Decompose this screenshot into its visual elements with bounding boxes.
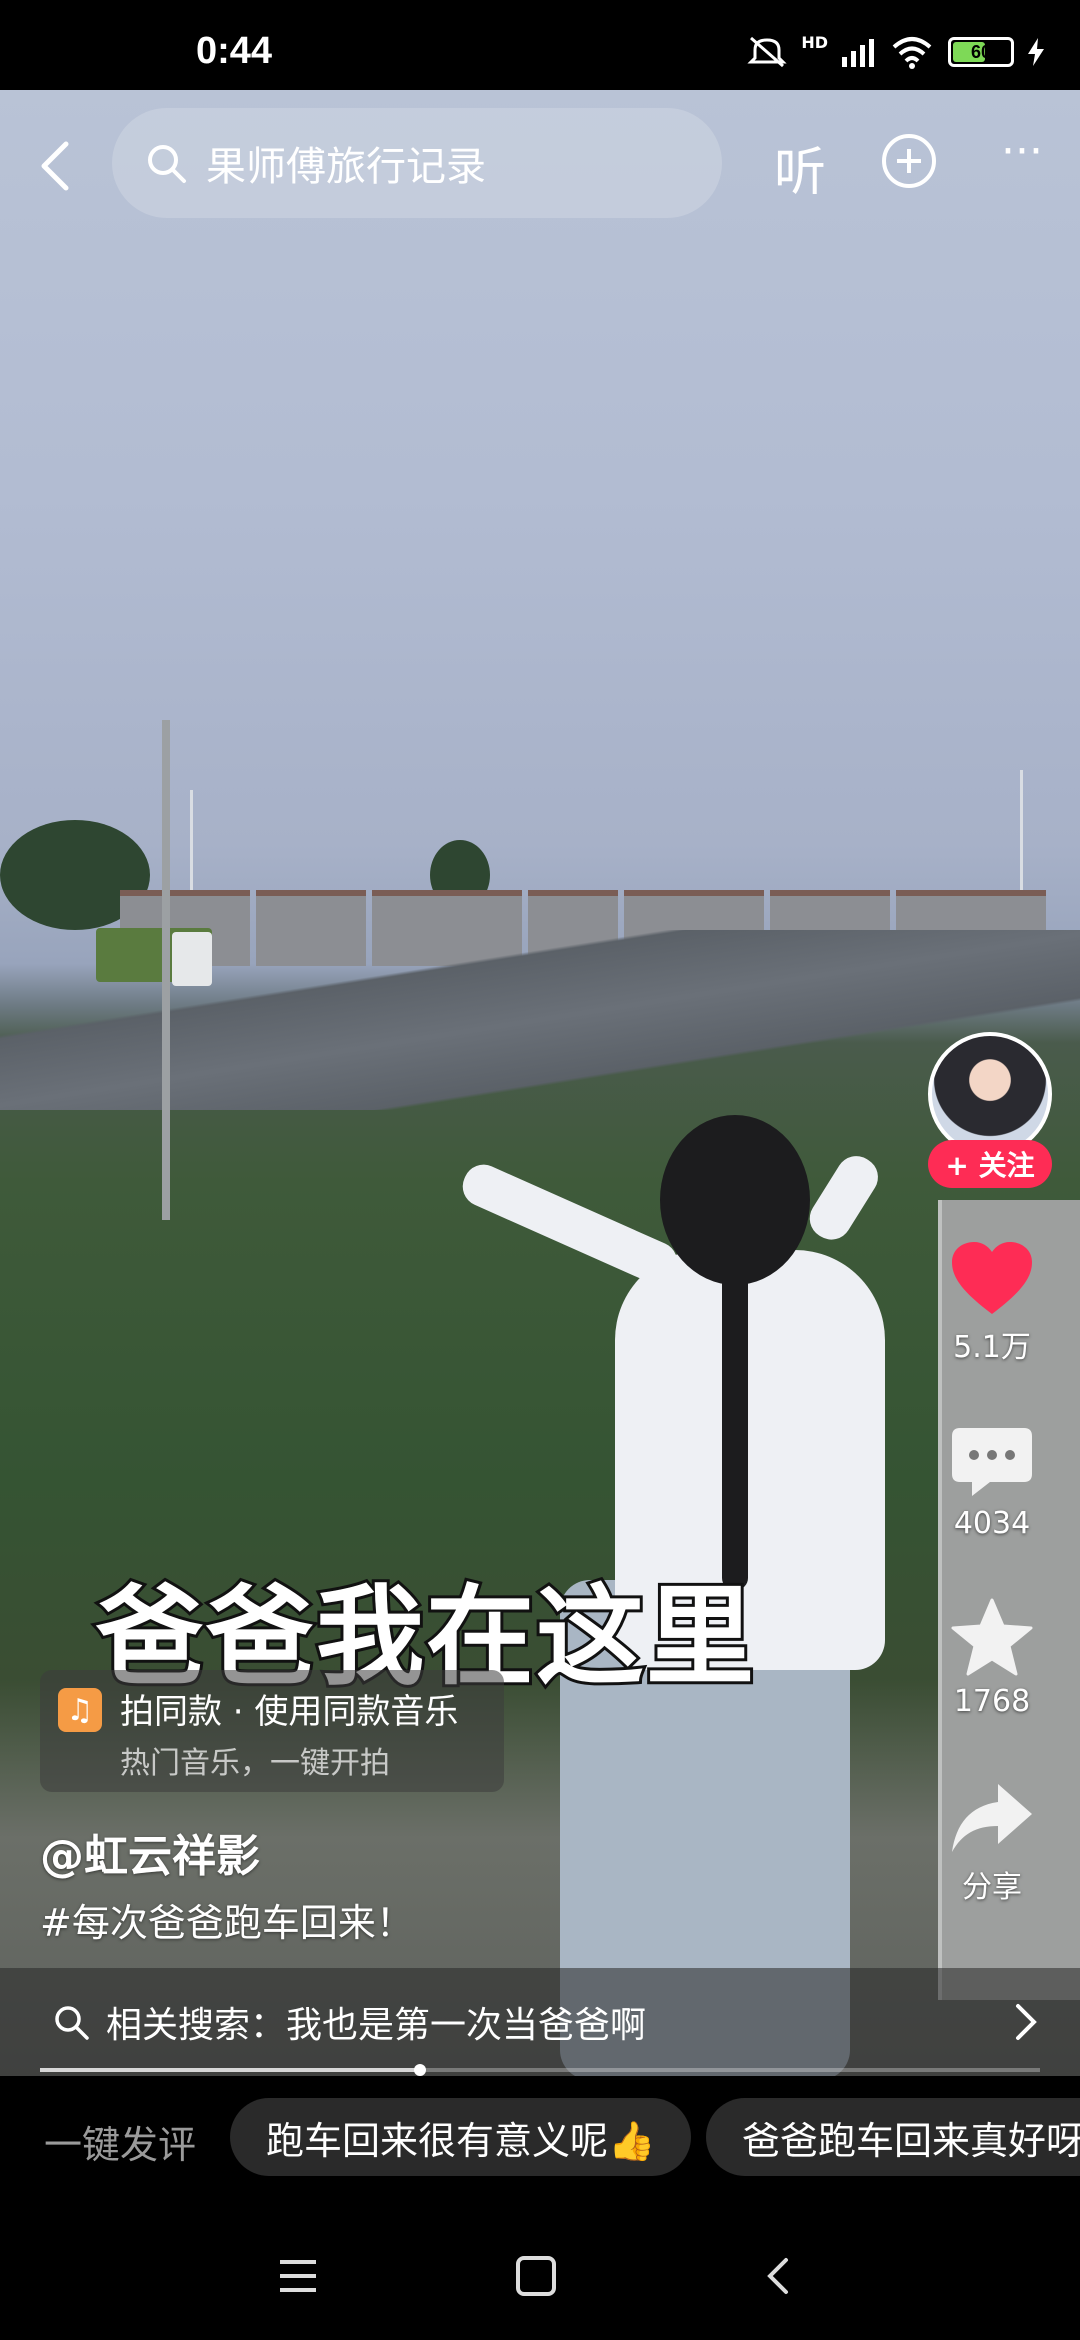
like-button[interactable]: 5.1万 bbox=[940, 1240, 1044, 1366]
music-card-subtitle: 热门音乐，一键开拍 bbox=[120, 1746, 390, 1781]
status-icons: HD 60 bbox=[747, 32, 1044, 70]
search-icon bbox=[148, 145, 186, 183]
like-count: 5.1万 bbox=[953, 1330, 1031, 1365]
wifi-icon bbox=[892, 37, 932, 69]
chevron-right-icon bbox=[1016, 2004, 1037, 2040]
mute-icon bbox=[747, 36, 787, 68]
system-nav-bar bbox=[0, 2210, 1080, 2340]
share-button[interactable]: 分享 bbox=[940, 1780, 1044, 1906]
progress-handle[interactable] bbox=[414, 2064, 426, 2076]
battery-indicator: 60 bbox=[948, 37, 1014, 67]
music-note-icon: ♫ bbox=[58, 1688, 102, 1732]
quick-comment-bar: 一键发评 跑车回来很有意义呢👍 爸爸跑车回来真好呀 bbox=[0, 2076, 1080, 2210]
back-button[interactable] bbox=[30, 136, 80, 196]
light-pole bbox=[162, 720, 170, 1220]
listen-button[interactable]: 听 bbox=[768, 130, 832, 205]
girl-head bbox=[660, 1115, 810, 1285]
heart-icon bbox=[952, 1242, 1032, 1314]
menu-icon[interactable] bbox=[268, 2246, 328, 2306]
quick-comment-chip[interactable]: 爸爸跑车回来真好呀 bbox=[706, 2098, 1080, 2176]
girl-braid bbox=[722, 1270, 748, 1590]
comment-button[interactable]: 4034 bbox=[940, 1424, 1044, 1541]
more-button[interactable]: ··· bbox=[992, 130, 1052, 190]
girl-arm bbox=[802, 1148, 886, 1248]
author-name[interactable]: @虹云祥影 bbox=[40, 1820, 260, 1884]
share-label: 分享 bbox=[962, 1870, 1022, 1905]
network-type-label: HD bbox=[801, 32, 828, 52]
comment-icon bbox=[952, 1428, 1032, 1496]
star-icon bbox=[951, 1598, 1033, 1676]
chevron-left-icon bbox=[41, 141, 69, 191]
home-square-icon[interactable] bbox=[506, 2246, 566, 2306]
related-search-text: 相关搜索：我也是第一次当爸爸啊 bbox=[106, 2005, 647, 2046]
charging-icon bbox=[1028, 38, 1044, 66]
favorite-button[interactable]: 1768 bbox=[940, 1598, 1044, 1719]
favorite-count: 1768 bbox=[953, 1684, 1031, 1719]
signal-icon bbox=[842, 39, 874, 67]
search-query: 果师傅旅行记录 bbox=[206, 144, 486, 190]
top-bar: 果师傅旅行记录 听 ··· bbox=[0, 90, 1080, 240]
video-progress-bar[interactable] bbox=[40, 2064, 1040, 2076]
follow-button[interactable]: + 关注 bbox=[928, 1140, 1052, 1188]
battery-level: 60 bbox=[970, 41, 992, 62]
quick-comment-label: 一键发评 bbox=[44, 2123, 197, 2167]
search-bar[interactable]: 果师傅旅行记录 bbox=[112, 108, 722, 218]
back-triangle-icon[interactable] bbox=[748, 2246, 808, 2306]
add-circle-icon[interactable] bbox=[880, 132, 938, 190]
status-bar: 0:44 HD 60 bbox=[0, 0, 1080, 90]
same-music-card[interactable]: ♫ 拍同款 · 使用同款音乐 热门音乐，一键开拍 bbox=[40, 1670, 504, 1792]
comment-count: 4034 bbox=[953, 1506, 1031, 1541]
post-hashtag[interactable]: #每次爸爸跑车回来！ bbox=[40, 1892, 414, 1947]
truck-cab bbox=[172, 932, 212, 986]
search-icon bbox=[55, 2006, 89, 2040]
author-avatar[interactable] bbox=[928, 1032, 1052, 1156]
status-time: 0:44 bbox=[196, 30, 273, 72]
share-arrow-icon bbox=[952, 1784, 1032, 1852]
quick-comment-chip[interactable]: 跑车回来很有意义呢👍 bbox=[230, 2098, 692, 2176]
music-card-title: 拍同款 · 使用同款音乐 bbox=[120, 1692, 459, 1732]
progress-fill bbox=[40, 2068, 420, 2072]
related-search-bar[interactable]: 相关搜索：我也是第一次当爸爸啊 bbox=[0, 1968, 1080, 2076]
